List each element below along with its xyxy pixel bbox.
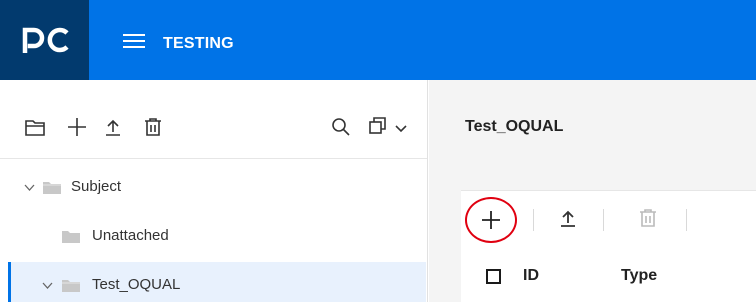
copy-icon[interactable]: [369, 117, 387, 140]
folder-icon[interactable]: [24, 117, 46, 142]
chevron-down-icon[interactable]: [395, 120, 407, 138]
top-bar: TESTING: [0, 0, 756, 80]
divider: [533, 209, 534, 231]
divider: [603, 209, 604, 231]
tree-item-test-oqual[interactable]: Test_OQUAL: [8, 262, 426, 302]
sidebar-toolbar: [0, 80, 427, 159]
divider: [686, 209, 687, 231]
add-icon: [482, 211, 500, 229]
column-header-type[interactable]: Type: [621, 267, 657, 285]
upload-icon[interactable]: [103, 117, 123, 142]
upload-icon[interactable]: [558, 208, 578, 233]
logo[interactable]: [0, 0, 89, 80]
column-header-id[interactable]: ID: [523, 267, 539, 285]
logo-icon: [22, 27, 69, 53]
folder-icon: [61, 229, 81, 249]
sidebar: Subject Unattached Test_OQUAL: [0, 80, 428, 302]
main-panel: Test_OQUAL ID Type: [429, 80, 756, 302]
delete-icon[interactable]: [143, 117, 163, 142]
delete-icon[interactable]: [638, 208, 658, 233]
select-all-checkbox[interactable]: [486, 269, 501, 284]
folder-icon: [61, 278, 81, 298]
tree-item-label: Test_OQUAL: [92, 276, 181, 293]
chevron-down-icon[interactable]: [42, 277, 53, 295]
add-button[interactable]: [465, 197, 517, 243]
add-icon[interactable]: [67, 117, 87, 142]
content-panel: ID Type: [461, 190, 756, 302]
tree-item-subject[interactable]: Subject: [9, 167, 427, 207]
tree-item-label: Unattached: [92, 227, 169, 244]
menu-icon[interactable]: [123, 34, 145, 48]
tree-item-unattached[interactable]: Unattached: [9, 216, 427, 256]
tree-item-label: Subject: [71, 178, 122, 195]
page-title: Test_OQUAL: [465, 118, 564, 135]
search-icon[interactable]: [331, 117, 351, 142]
chevron-down-icon[interactable]: [24, 179, 35, 197]
folder-icon: [42, 180, 62, 200]
app-title: TESTING: [163, 35, 234, 52]
